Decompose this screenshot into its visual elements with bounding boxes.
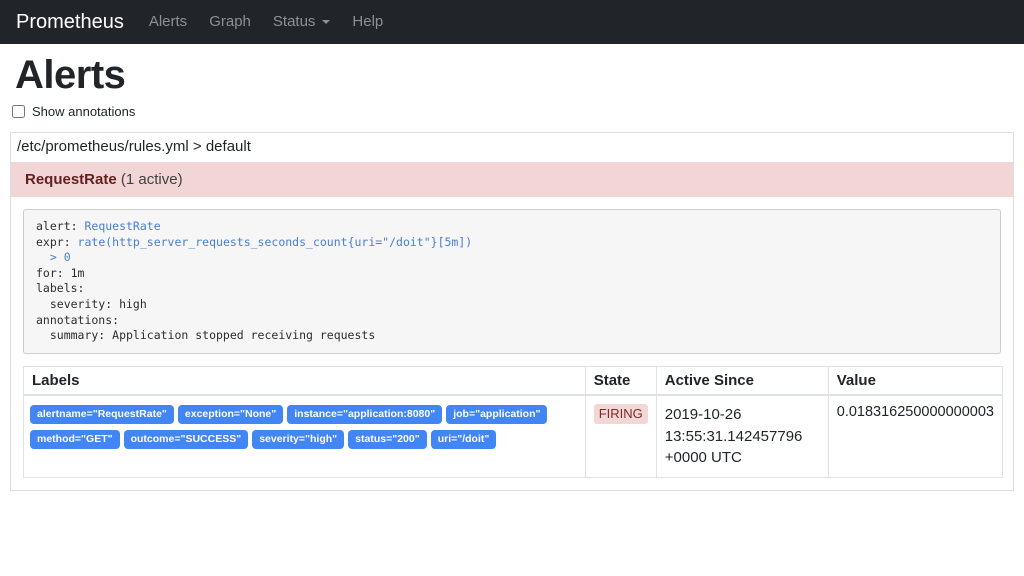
show-annotations-checkbox[interactable] — [12, 105, 25, 118]
breadcrumb-separator: > — [193, 138, 206, 155]
rule-group-name: default — [206, 138, 251, 155]
code-text: summary: Application stopped receiving r… — [36, 328, 375, 342]
rule-file-breadcrumb: /etc/prometheus/rules.yml > default — [11, 133, 1013, 162]
code-line: alert: RequestRate — [36, 219, 988, 235]
code-text: for: 1m — [36, 266, 84, 280]
rule-group-panel: /etc/prometheus/rules.yml > default Requ… — [10, 132, 1014, 491]
column-header-state: State — [585, 366, 656, 395]
table-header-row: Labels State Active Since Value — [24, 366, 1003, 395]
alert-row: alertname="RequestRate"exception="None"i… — [24, 395, 1003, 478]
code-line: severity: high — [36, 297, 988, 313]
code-line: summary: Application stopped receiving r… — [36, 328, 988, 344]
state-cell: FIRING — [585, 395, 656, 478]
code-text: expr: — [36, 235, 78, 249]
rule-file-path: /etc/prometheus/rules.yml — [17, 138, 189, 155]
labels-cell: alertname="RequestRate"exception="None"i… — [24, 395, 586, 478]
alert-name: RequestRate — [25, 171, 117, 188]
code-text: alert: — [36, 219, 84, 233]
rule-link[interactable]: > 0 — [36, 250, 71, 264]
code-line: for: 1m — [36, 266, 988, 282]
label-badge: status="200" — [348, 430, 427, 449]
label-badge: outcome="SUCCESS" — [124, 430, 249, 449]
label-badge: instance="application:8080" — [287, 405, 442, 424]
caret-down-icon — [322, 20, 330, 24]
navbar-links: AlertsGraphStatusHelp — [138, 13, 394, 31]
code-line: expr: rate(http_server_requests_seconds_… — [36, 235, 988, 251]
state-badge-firing: FIRING — [594, 404, 648, 424]
alert-active-count: (1 active) — [121, 171, 183, 188]
label-badge: uri="/doit" — [431, 430, 497, 449]
label-badge: severity="high" — [252, 430, 344, 449]
code-line: > 0 — [36, 250, 988, 266]
navbar-brand[interactable]: Prometheus — [16, 11, 124, 34]
code-text: annotations: — [36, 313, 119, 327]
nav-item-graph[interactable]: Graph — [198, 13, 262, 30]
code-text: severity: high — [36, 297, 147, 311]
alert-value: 0.018316250000000003 — [828, 395, 1002, 478]
rule-link[interactable]: RequestRate — [84, 219, 160, 233]
main-content: Alerts Show annotations /etc/prometheus/… — [0, 54, 1024, 491]
nav-item-status[interactable]: Status — [262, 13, 342, 30]
code-text: labels: — [36, 281, 84, 295]
alerts-table: Labels State Active Since Value alertnam… — [23, 366, 1003, 478]
show-annotations-label: Show annotations — [32, 104, 135, 119]
column-header-value: Value — [828, 366, 1002, 395]
labels-list: alertname="RequestRate"exception="None"i… — [30, 404, 579, 454]
nav-item-alerts[interactable]: Alerts — [138, 13, 198, 30]
label-badge: job="application" — [446, 405, 547, 424]
label-badge: exception="None" — [178, 405, 283, 424]
alert-rule-definition: alert: RequestRateexpr: rate(http_server… — [23, 209, 1001, 354]
rule-link[interactable]: rate(http_server_requests_seconds_count{… — [78, 235, 473, 249]
column-header-labels: Labels — [24, 366, 586, 395]
active-since-value: 2019-10-26 13:55:31.142457796 +0000 UTC — [656, 395, 828, 478]
code-line: annotations: — [36, 313, 988, 329]
show-annotations-toggle[interactable]: Show annotations — [12, 104, 1014, 119]
column-header-active-since: Active Since — [656, 366, 828, 395]
label-badge: alertname="RequestRate" — [30, 405, 174, 424]
navbar: Prometheus AlertsGraphStatusHelp — [0, 0, 1024, 44]
page-title: Alerts — [15, 54, 1014, 96]
code-line: labels: — [36, 281, 988, 297]
nav-item-help[interactable]: Help — [341, 13, 394, 30]
label-badge: method="GET" — [30, 430, 120, 449]
alert-rule-header[interactable]: RequestRate (1 active) — [11, 162, 1013, 197]
